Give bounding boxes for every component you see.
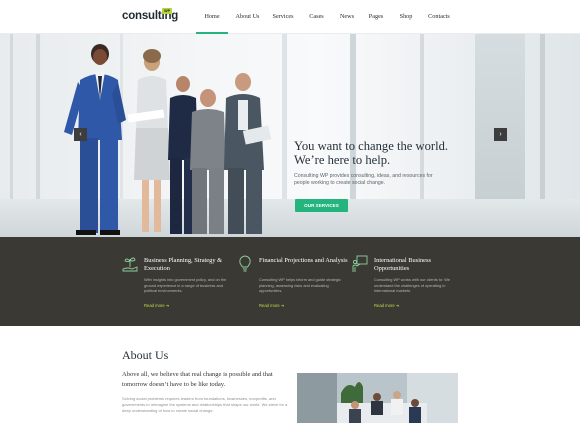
chevron-right-icon: › [499, 131, 502, 138]
read-more-link[interactable]: Read more ➜ [374, 303, 399, 308]
service-description: Consulting WP helps inform and guide str… [259, 277, 341, 293]
read-more-link[interactable]: Read more ➜ [259, 303, 284, 308]
nav-pages[interactable]: Pages [360, 0, 392, 34]
nav-cases[interactable]: Cases [299, 0, 334, 34]
nav-services[interactable]: Services [267, 0, 299, 34]
services-band: Business Planning, Strategy & Execution … [0, 237, 580, 326]
service-title: Business Planning, Strategy & Execution [144, 257, 223, 272]
logo-badge: WP [162, 8, 173, 14]
site-header: consulting WP Home About Us Services Cas… [0, 0, 580, 34]
office-meeting-image [297, 373, 458, 423]
about-text: Solving social problems requires leaders… [122, 396, 288, 413]
presentation-icon [352, 255, 368, 272]
hero-title: You want to change the world. We’re here… [294, 139, 449, 167]
slider-prev-button[interactable]: ‹ [74, 128, 87, 141]
service-title: International Business Opportunities [374, 257, 431, 272]
read-more-link[interactable]: Read more ➜ [144, 303, 169, 308]
nav-about-us[interactable]: About Us [228, 0, 267, 34]
lightbulb-icon [239, 255, 251, 272]
arrow-right-icon: ➜ [165, 303, 170, 308]
hero-description: Consulting WP provides consulting, ideas… [294, 173, 433, 187]
nav-contacts[interactable]: Contacts [420, 0, 458, 34]
main-nav: Home About Us Services Cases News Pages … [196, 0, 458, 34]
arrow-right-icon: ➜ [280, 303, 285, 308]
about-title: About Us [122, 348, 169, 362]
hero-slider: You want to change the world. We’re here… [0, 34, 580, 237]
chevron-left-icon: ‹ [79, 131, 82, 138]
plant-hand-icon [122, 257, 138, 272]
service-description: Consulting WP works with our clients to:… [374, 277, 450, 293]
about-lead: Above all, we believe that real change i… [122, 371, 273, 388]
nav-home[interactable]: Home [196, 0, 228, 34]
meeting-illustration [297, 373, 458, 423]
service-title: Financial Projections and Analysis [259, 257, 348, 264]
slider-next-button[interactable]: › [494, 128, 507, 141]
our-services-button[interactable]: OUR SERVICES [295, 199, 348, 212]
service-description: With insights into government policy, an… [144, 277, 227, 293]
nav-news[interactable]: News [334, 0, 360, 34]
nav-shop[interactable]: Shop [392, 0, 420, 34]
arrow-right-icon: ➜ [395, 303, 400, 308]
